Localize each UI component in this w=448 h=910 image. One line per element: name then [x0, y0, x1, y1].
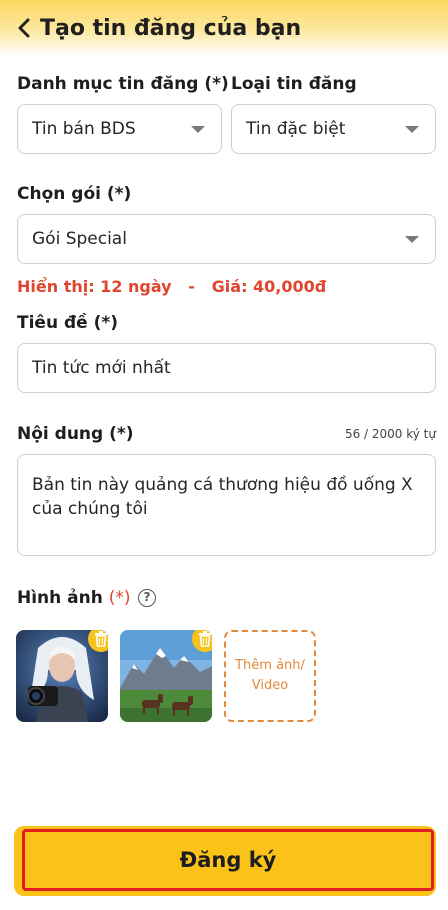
image-thumbnail-2[interactable]: [120, 630, 212, 722]
title-value: Tin tức mới nhất: [32, 358, 171, 378]
images-label-text: Hình ảnh: [17, 588, 103, 608]
content-value: Bản tin này quảng cá thương hiệu đồ uống…: [32, 475, 413, 519]
package-info: Hiển thị: 12 ngày - Giá: 40,000đ: [17, 277, 327, 296]
chevron-down-icon: [405, 126, 419, 133]
help-icon[interactable]: ?: [138, 589, 156, 607]
required-mark: (*): [108, 588, 131, 608]
package-value: Gói Special: [32, 229, 127, 249]
images-label: Hình ảnh (*): [17, 587, 131, 609]
image-thumbnail-1[interactable]: [16, 630, 108, 722]
content-textarea[interactable]: Bản tin này quảng cá thương hiệu đồ uống…: [17, 454, 436, 556]
back-arrow-icon[interactable]: [12, 14, 36, 42]
category-label: Danh mục tin đăng (*): [17, 74, 229, 94]
content-label: Nội dung (*): [17, 424, 134, 444]
category-select[interactable]: Tin bán BDS: [17, 104, 222, 154]
app-header: Tạo tin đăng của bạn: [0, 0, 448, 56]
title-label: Tiêu đề (*): [17, 313, 119, 333]
add-media-button[interactable]: Thêm ảnh/ Video: [224, 630, 316, 722]
post-type-label: Loại tin đăng: [231, 74, 357, 94]
page-title: Tạo tin đăng của bạn: [40, 16, 302, 41]
post-type-select[interactable]: Tin đặc biệt: [231, 104, 436, 154]
char-counter: 56 / 2000 ký tự: [344, 427, 436, 441]
chevron-down-icon: [191, 126, 205, 133]
title-input[interactable]: Tin tức mới nhất: [17, 343, 436, 393]
package-label: Chọn gói (*): [17, 184, 132, 204]
submit-button[interactable]: Đăng ký: [22, 829, 434, 891]
add-media-label: Thêm ảnh/ Video: [235, 658, 305, 693]
post-type-value: Tin đặc biệt: [246, 119, 346, 139]
category-value: Tin bán BDS: [32, 119, 136, 139]
package-select[interactable]: Gói Special: [17, 214, 436, 264]
chevron-down-icon: [405, 236, 419, 243]
